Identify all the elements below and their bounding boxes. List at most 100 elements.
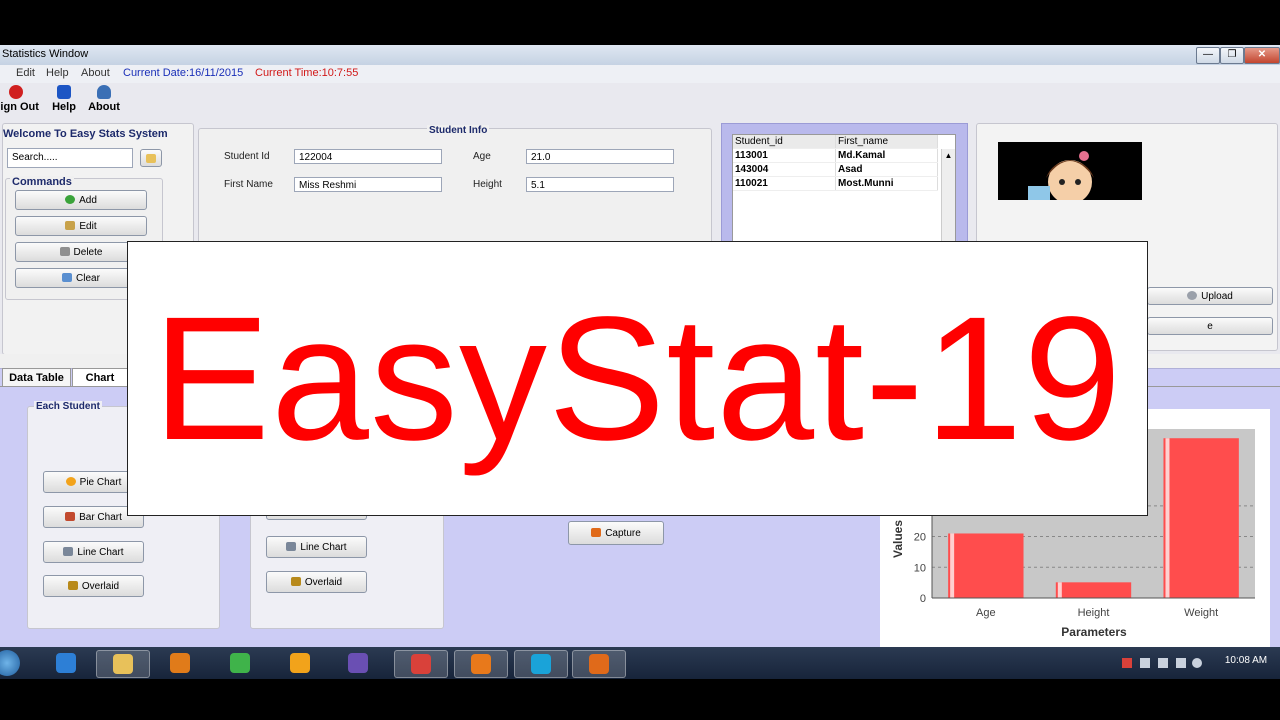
about-label: About bbox=[88, 101, 120, 113]
menu-about[interactable]: About bbox=[81, 67, 110, 79]
taskbar bbox=[0, 647, 1280, 679]
bar-highlight bbox=[1165, 438, 1170, 598]
add-label: Add bbox=[79, 195, 97, 206]
student-avatar-icon bbox=[1028, 151, 1094, 200]
folder-search-icon bbox=[146, 154, 156, 163]
y-tick-label: 10 bbox=[914, 562, 926, 574]
capture-icon bbox=[591, 528, 602, 537]
search-button[interactable] bbox=[140, 149, 162, 167]
current-time: Current Time:10:7:55 bbox=[255, 67, 359, 79]
bar-chart-icon bbox=[65, 512, 76, 521]
taskbar-item[interactable] bbox=[332, 650, 384, 676]
java-icon bbox=[589, 654, 609, 674]
x-tick-label: Height bbox=[1078, 607, 1110, 619]
student-info-title: Student Info bbox=[427, 125, 490, 136]
taskbar-item[interactable] bbox=[96, 650, 150, 678]
device-icon[interactable] bbox=[1140, 658, 1150, 668]
middle-overlaid-button[interactable]: Overlaid bbox=[266, 571, 367, 593]
height-field[interactable]: 5.1 bbox=[526, 177, 674, 192]
current-date: Current Date:16/11/2015 bbox=[123, 67, 244, 79]
upload-button[interactable]: Upload bbox=[1147, 287, 1273, 305]
pie-chart-label: Pie Chart bbox=[79, 477, 122, 488]
maximize-button[interactable]: ❐ bbox=[1220, 47, 1244, 64]
about-button[interactable]: About bbox=[74, 85, 134, 113]
delete-icon bbox=[59, 247, 70, 256]
overlaid-label: Overlaid bbox=[81, 581, 120, 592]
start-button[interactable] bbox=[0, 650, 20, 676]
line-chart-button[interactable]: Line Chart bbox=[43, 541, 144, 563]
menu-help[interactable]: Help bbox=[46, 67, 69, 79]
menu-bar: Edit Help About Current Date:16/11/2015 … bbox=[0, 65, 1280, 83]
phone-icon bbox=[531, 654, 551, 674]
column-student-id[interactable]: Student_id bbox=[733, 135, 836, 149]
clear-label: Clear bbox=[76, 273, 100, 284]
taskbar-clock[interactable]: 10:08 AM bbox=[1214, 655, 1278, 666]
taskbar-item[interactable] bbox=[40, 650, 92, 676]
table-cell: Most.Munni bbox=[835, 176, 938, 191]
first-name-field[interactable]: Miss Reshmi bbox=[294, 177, 442, 192]
app-window: Statistics Window — ❐ ✕ Edit Help About … bbox=[0, 45, 1280, 647]
pie-chart-icon bbox=[65, 477, 76, 486]
table-cell: 113001 bbox=[733, 148, 836, 163]
delete-label: Delete bbox=[73, 247, 103, 258]
x-tick-label: Weight bbox=[1184, 607, 1218, 619]
table-row[interactable]: 113001 Md.Kamal bbox=[733, 148, 938, 163]
table-row[interactable]: 110021 Most.Munni bbox=[733, 176, 938, 191]
people-icon bbox=[97, 85, 111, 99]
overlaid-button[interactable]: Overlaid bbox=[43, 575, 144, 597]
capture-button[interactable]: Capture bbox=[568, 521, 664, 545]
sun-icon bbox=[290, 653, 310, 673]
add-button[interactable]: Add bbox=[15, 190, 147, 210]
student-id-label: Student Id bbox=[224, 151, 270, 162]
line-chart-label: Line Chart bbox=[77, 547, 124, 558]
scroll-up-icon[interactable]: ▲ bbox=[944, 151, 953, 163]
search-input[interactable]: Search..... bbox=[7, 148, 133, 168]
taskbar-item[interactable] bbox=[514, 650, 568, 678]
folder-icon bbox=[113, 654, 133, 674]
taskbar-item[interactable] bbox=[154, 650, 206, 676]
student-table: Student_id First_name 113001 Md.Kamal 143… bbox=[733, 135, 938, 191]
x-tick-label: Age bbox=[976, 607, 996, 619]
tab-chart[interactable]: Chart bbox=[72, 368, 128, 387]
taskbar-item[interactable] bbox=[572, 650, 626, 678]
volume-icon[interactable] bbox=[1192, 658, 1202, 668]
student-id-field[interactable]: 122004 bbox=[294, 149, 442, 164]
age-label: Age bbox=[473, 151, 491, 162]
network-icon[interactable] bbox=[1158, 658, 1168, 668]
bar-highlight bbox=[950, 533, 955, 598]
clear-icon bbox=[62, 273, 73, 282]
line-chart-icon bbox=[63, 547, 74, 556]
age-field[interactable]: 21.0 bbox=[526, 149, 674, 164]
taskbar-item[interactable] bbox=[214, 650, 266, 676]
minimize-button[interactable]: — bbox=[1196, 47, 1220, 64]
welcome-text: Welcome To Easy Stats System bbox=[3, 128, 168, 140]
close-button[interactable]: ✕ bbox=[1244, 47, 1280, 64]
battery-icon[interactable] bbox=[1176, 658, 1186, 668]
middle-line-chart-button[interactable]: Line Chart bbox=[266, 536, 367, 558]
toolbar: Sign Out Help About bbox=[0, 83, 1280, 119]
mail-icon bbox=[348, 653, 368, 673]
edit-button[interactable]: Edit bbox=[15, 216, 147, 236]
help-label: Help bbox=[52, 101, 76, 113]
window-title: Statistics Window bbox=[2, 48, 89, 60]
taskbar-item[interactable] bbox=[274, 650, 326, 676]
table-row[interactable]: 143004 Asad bbox=[733, 162, 938, 177]
column-first-name[interactable]: First_name bbox=[835, 135, 938, 149]
y-axis-title: Values bbox=[891, 520, 905, 558]
flag-icon[interactable] bbox=[1122, 658, 1132, 668]
taskbar-item[interactable] bbox=[454, 650, 508, 678]
blackberry-icon bbox=[230, 653, 250, 673]
save-photo-button[interactable]: e bbox=[1147, 317, 1273, 335]
title-bar[interactable]: Statistics Window — ❐ ✕ bbox=[0, 45, 1280, 66]
tab-data-table[interactable]: Data Table bbox=[2, 368, 71, 387]
add-icon bbox=[65, 195, 76, 204]
chrome-icon bbox=[411, 654, 431, 674]
edit-label: Edit bbox=[79, 221, 97, 232]
overlaid-chart-icon bbox=[290, 577, 301, 586]
x-axis-title: Parameters bbox=[1061, 625, 1127, 639]
capture-label: Capture bbox=[605, 528, 641, 539]
taskbar-item[interactable] bbox=[394, 650, 448, 678]
student-photo bbox=[998, 142, 1142, 200]
table-cell: Asad bbox=[835, 162, 938, 177]
menu-edit[interactable]: Edit bbox=[16, 67, 35, 79]
